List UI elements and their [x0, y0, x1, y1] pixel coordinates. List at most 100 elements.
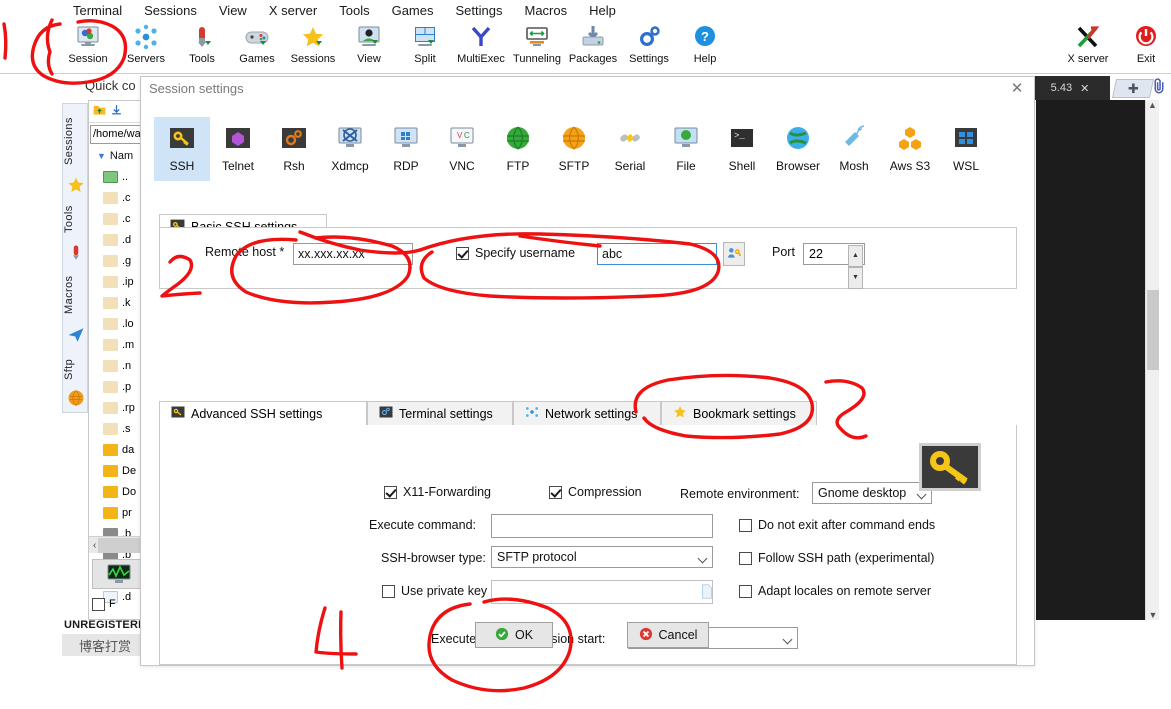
list-item[interactable]: De	[89, 460, 147, 481]
list-item[interactable]: .lo	[89, 313, 147, 334]
specify-username-checkbox[interactable]	[456, 246, 469, 260]
follow-ssh-path-checkbox[interactable]	[739, 551, 752, 565]
list-item[interactable]: .p	[89, 376, 147, 397]
menu-item-games[interactable]: Games	[381, 3, 445, 18]
sidebar-item-sftp[interactable]: Sftp	[63, 352, 89, 386]
toolbar-button-exit[interactable]: Exit	[1118, 22, 1171, 72]
file-browse-icon[interactable]	[701, 584, 713, 602]
toolbar-button-view[interactable]: View	[341, 22, 397, 72]
ssh-browser-type-select[interactable]: SFTP protocol	[491, 546, 713, 568]
sidebar-item-macros[interactable]: Macros	[63, 268, 89, 322]
paperclip-icon[interactable]	[1150, 76, 1168, 99]
donate-button[interactable]: 博客打赏	[62, 634, 148, 656]
follow-terminal-folder-option[interactable]: F	[92, 593, 146, 615]
menu-item-help[interactable]: Help	[578, 3, 627, 18]
sidebar-item-tools[interactable]: Tools	[63, 198, 89, 240]
protocol-mosh[interactable]: Mosh	[826, 117, 882, 181]
sidebar-item-sessions[interactable]: Sessions	[63, 110, 89, 172]
list-item[interactable]: .n	[89, 355, 147, 376]
specify-username-option[interactable]: Specify username	[456, 246, 575, 260]
username-input[interactable]: abc	[597, 243, 717, 265]
scrollbar-thumb[interactable]	[1147, 290, 1159, 370]
list-item[interactable]: .s	[89, 418, 147, 439]
protocol-ssh[interactable]: SSH	[154, 117, 210, 181]
cancel-button[interactable]: Cancel	[627, 622, 709, 648]
use-private-key-option[interactable]: Use private key	[382, 584, 487, 598]
list-item[interactable]: ..	[89, 166, 147, 187]
terminal-tab[interactable]: 5.43 ✕	[1030, 76, 1110, 100]
protocol-telnet[interactable]: Telnet	[210, 117, 266, 181]
protocol-aws-s3[interactable]: Aws S3	[882, 117, 938, 181]
ok-button[interactable]: OK	[475, 622, 553, 648]
new-tab-button[interactable]: ✚	[1111, 79, 1155, 98]
x11-forwarding-checkbox[interactable]	[384, 485, 397, 499]
private-key-input[interactable]	[491, 580, 713, 604]
toolbar-button-packages[interactable]: Packages	[565, 22, 621, 72]
use-private-key-checkbox[interactable]	[382, 584, 395, 598]
list-item[interactable]: .k	[89, 292, 147, 313]
list-item[interactable]: da	[89, 439, 147, 460]
follow-ssh-path-option[interactable]: Follow SSH path (experimental)	[739, 551, 934, 565]
username-picker-button[interactable]	[723, 242, 745, 266]
menu-item-settings[interactable]: Settings	[445, 3, 514, 18]
menu-item-view[interactable]: View	[208, 3, 258, 18]
adapt-locales-checkbox[interactable]	[739, 584, 752, 598]
protocol-wsl[interactable]: WSL	[938, 117, 994, 181]
toolbar-button-session[interactable]: Session	[60, 22, 116, 72]
protocol-shell[interactable]: >_ Shell	[714, 117, 770, 181]
close-icon[interactable]: ✕	[1008, 81, 1026, 99]
compression-checkbox[interactable]	[549, 485, 562, 499]
compression-option[interactable]: Compression	[549, 485, 642, 499]
download-icon[interactable]	[110, 103, 123, 120]
list-item[interactable]: .c	[89, 187, 147, 208]
menu-item-sessions[interactable]: Sessions	[133, 3, 208, 18]
follow-terminal-checkbox[interactable]	[92, 597, 105, 611]
menu-item-macros[interactable]: Macros	[513, 3, 578, 18]
file-browser-path[interactable]: /home/wa	[90, 125, 146, 144]
terminal-output-area[interactable]: ▲ ▼	[1036, 100, 1159, 620]
toolbar-button-help[interactable]: ? Help	[677, 22, 733, 72]
protocol-vnc[interactable]: VC VNC	[434, 117, 490, 181]
scroll-up-icon[interactable]: ▲	[1146, 100, 1159, 110]
terminal-scrollbar[interactable]: ▲ ▼	[1145, 100, 1159, 620]
close-icon[interactable]: ✕	[1080, 82, 1089, 95]
tab-network-settings[interactable]: Network settings	[513, 401, 661, 426]
tab-advanced-ssh-settings[interactable]: Advanced SSH settings	[159, 401, 367, 426]
protocol-rdp[interactable]: RDP	[378, 117, 434, 181]
file-browser-column-header[interactable]: ▼ Nam	[89, 146, 147, 166]
list-item[interactable]: pr	[89, 502, 147, 523]
port-input[interactable]: 22 ▲ ▼	[803, 243, 865, 289]
spinner-down-icon[interactable]: ▼	[848, 267, 863, 289]
menu-item-terminal[interactable]: Terminal	[62, 3, 133, 18]
protocol-file[interactable]: File	[658, 117, 714, 181]
scroll-left-icon[interactable]: ‹	[89, 540, 96, 551]
scroll-down-icon[interactable]: ▼	[1146, 610, 1160, 620]
menu-item-x-server[interactable]: X server	[258, 3, 328, 18]
remote-host-input[interactable]: xx.xxx.xx.xx	[293, 243, 413, 265]
list-item[interactable]: .c	[89, 208, 147, 229]
folder-up-icon[interactable]	[92, 103, 107, 120]
protocol-ftp[interactable]: FTP	[490, 117, 546, 181]
toolbar-button-tunneling[interactable]: Tunneling	[509, 22, 565, 72]
toolbar-button-games[interactable]: Games	[229, 22, 285, 72]
protocol-browser[interactable]: Browser	[770, 117, 826, 181]
remote-environment-select[interactable]: Gnome desktop	[812, 482, 932, 504]
list-item[interactable]: Do	[89, 481, 147, 502]
execute-command-input[interactable]	[491, 514, 713, 538]
protocol-serial[interactable]: Serial	[602, 117, 658, 181]
protocol-rsh[interactable]: Rsh	[266, 117, 322, 181]
tab-bookmark-settings[interactable]: Bookmark settings	[661, 401, 817, 426]
toolbar-button-multiexec[interactable]: MultiExec	[453, 22, 509, 72]
adapt-locales-option[interactable]: Adapt locales on remote server	[739, 584, 931, 598]
spinner-up-icon[interactable]: ▲	[848, 245, 863, 267]
list-item[interactable]: .g	[89, 250, 147, 271]
protocol-sftp[interactable]: SFTP	[546, 117, 602, 181]
list-item[interactable]: .m	[89, 334, 147, 355]
do-not-exit-checkbox[interactable]	[739, 518, 752, 532]
do-not-exit-option[interactable]: Do not exit after command ends	[739, 518, 935, 532]
x11-forwarding-option[interactable]: X11-Forwarding	[384, 485, 491, 499]
list-item[interactable]: .d	[89, 229, 147, 250]
toolbar-button-sessions[interactable]: Sessions	[285, 22, 341, 72]
toolbar-button-x-server[interactable]: X server	[1060, 22, 1116, 72]
toolbar-button-servers[interactable]: Servers	[118, 22, 174, 72]
